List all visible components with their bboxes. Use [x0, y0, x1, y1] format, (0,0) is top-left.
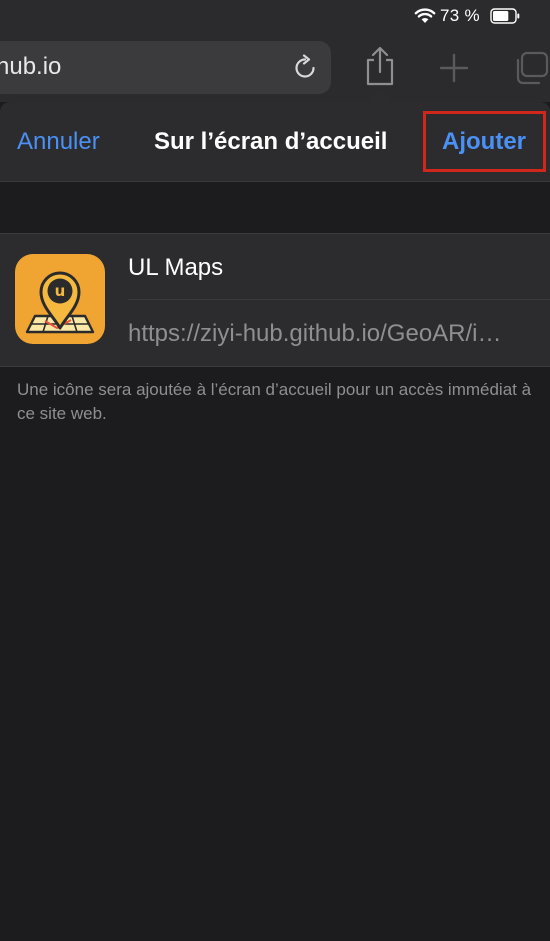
row-separator: [128, 299, 550, 300]
address-text: hub.io: [0, 53, 62, 80]
sheet-header: Annuler Sur l’écran d’accueil Ajouter: [0, 102, 550, 182]
svg-text:u: u: [55, 282, 66, 300]
sheet-title: Sur l’écran d’accueil: [154, 128, 388, 155]
add-to-home-sheet: Annuler Sur l’écran d’accueil Ajouter u …: [0, 102, 550, 941]
add-button[interactable]: Ajouter: [442, 128, 526, 156]
tabs-overview-icon[interactable]: [512, 50, 550, 86]
cancel-button[interactable]: Annuler: [17, 128, 100, 156]
battery-percent: 73 %: [440, 6, 480, 25]
browser-toolbar: 73 % hub.io: [0, 0, 550, 110]
popover-arrow: [367, 88, 393, 102]
footer-note: Une icône sera ajoutée à l’écran d’accue…: [17, 380, 532, 423]
map-pin-icon: u: [15, 254, 105, 344]
new-tab-icon[interactable]: [438, 52, 470, 84]
bookmark-url-field: https://ziyi-hub.github.io/GeoAR/i…: [128, 320, 502, 347]
reload-icon[interactable]: [291, 54, 319, 82]
status-bar: 73 %: [410, 0, 550, 34]
address-bar[interactable]: hub.io: [0, 41, 331, 94]
ul-maps-app-icon: u: [15, 254, 105, 344]
wifi-icon: [414, 8, 436, 23]
bookmark-name-field[interactable]: UL Maps: [128, 254, 223, 282]
share-icon[interactable]: [362, 46, 398, 86]
battery-icon: [490, 8, 520, 24]
bookmark-details-group: u UL Maps https://ziyi-hub.github.io/Geo…: [0, 233, 550, 367]
